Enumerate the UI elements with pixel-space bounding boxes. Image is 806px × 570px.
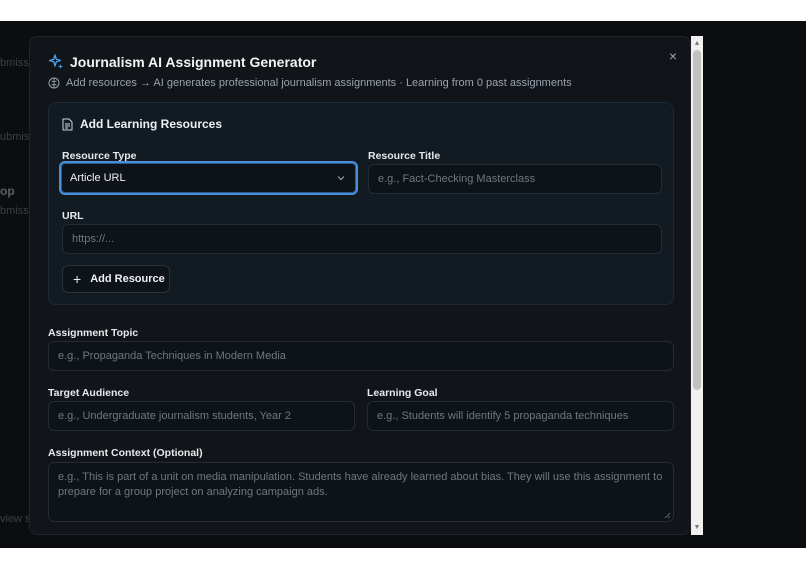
scrollbar-thumb[interactable] [693, 50, 701, 390]
resize-grip-icon[interactable] [663, 511, 671, 519]
resource-title-input[interactable]: e.g., Fact-Checking Masterclass [368, 164, 662, 194]
resources-heading: Add Learning Resources [80, 117, 223, 131]
assignment-context-textarea[interactable]: e.g., This is part of a unit on media ma… [48, 462, 674, 522]
plus-icon: + [73, 271, 82, 287]
assignment-context-placeholder: e.g., This is part of a unit on media ma… [58, 471, 663, 498]
assignment-topic-input[interactable]: e.g., Propaganda Techniques in Modern Me… [48, 341, 674, 371]
dialog-header: Journalism AI Assignment Generator [48, 54, 316, 70]
chevron-down-icon [337, 176, 345, 181]
close-button[interactable]: × [664, 47, 682, 65]
document-icon [62, 118, 73, 130]
resource-type-select[interactable]: Article URL [59, 161, 358, 195]
background-text: bmiss [0, 57, 29, 69]
assignment-topic-label: Assignment Topic [48, 327, 139, 339]
url-input[interactable]: https://... [62, 224, 662, 254]
resources-heading-row: Add Learning Resources [62, 117, 222, 131]
add-resource-button[interactable]: + Add Resource [62, 265, 170, 293]
dialog-subtitle-row: Add resources → AI generates professiona… [48, 77, 572, 89]
dialog-subtitle: Add resources → AI generates professiona… [66, 77, 572, 89]
target-audience-input[interactable]: e.g., Undergraduate journalism students,… [48, 401, 355, 431]
resource-type-value: Article URL [70, 172, 126, 184]
assignment-context-label: Assignment Context (Optional) [48, 447, 203, 459]
learning-goal-input[interactable]: e.g., Students will identify 5 propagand… [367, 401, 674, 431]
learning-goal-label: Learning Goal [367, 387, 438, 399]
target-audience-label: Target Audience [48, 387, 130, 399]
dialog-title: Journalism AI Assignment Generator [70, 54, 317, 70]
add-resource-label: Add Resource [90, 273, 165, 285]
scroll-down-arrow-icon[interactable]: ▼ [691, 522, 703, 533]
brain-icon [48, 77, 60, 89]
url-label: URL [62, 210, 84, 222]
sparkles-icon [48, 54, 63, 69]
background-text: bmiss [0, 205, 29, 217]
background-heading: op [0, 184, 15, 198]
assignment-generator-dialog: Journalism AI Assignment Generator Add r… [29, 36, 691, 535]
resources-card: Add Learning Resources Resource Type Art… [48, 102, 674, 305]
scroll-up-arrow-icon[interactable]: ▲ [691, 38, 703, 49]
dialog-scrollbar[interactable]: ▲ ▼ [691, 36, 703, 535]
resource-title-label: Resource Title [368, 150, 441, 162]
